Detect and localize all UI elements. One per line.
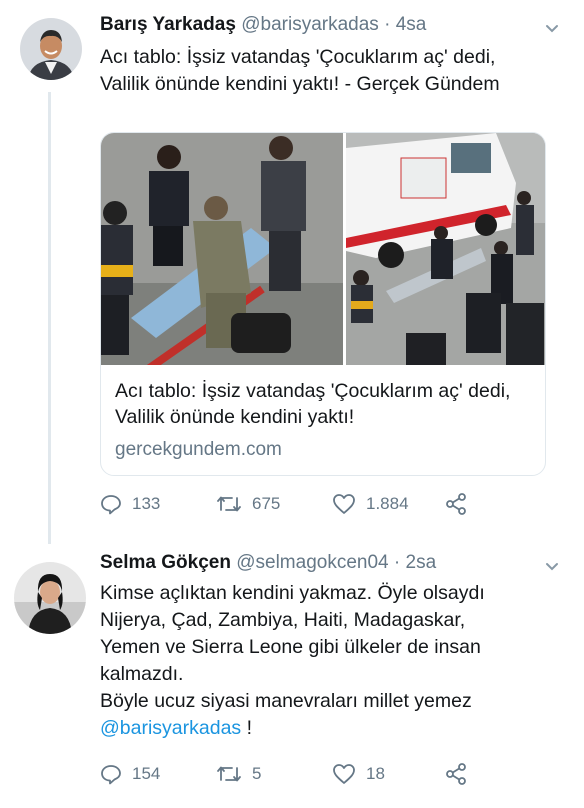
username[interactable]: @barisyarkadas (241, 14, 379, 35)
mention-suffix: ! (241, 717, 253, 739)
mention-link[interactable]: @barisyarkadas (100, 717, 241, 739)
retweet-button[interactable]: 675 (216, 490, 280, 518)
reply-count: 133 (132, 494, 161, 513)
reply-icon (101, 495, 121, 515)
retweet-button[interactable]: 5 (216, 760, 261, 788)
share-icon (446, 763, 466, 785)
timestamp[interactable]: 2sa (406, 552, 437, 573)
reply-icon (101, 765, 121, 785)
share-button[interactable] (444, 490, 478, 518)
tweet-actions: 133 675 1.884 (100, 490, 520, 518)
like-button[interactable]: 18 (332, 760, 385, 788)
like-icon (333, 494, 355, 514)
text-line: Böyle ucuz siyasi manevraları millet yem… (100, 690, 472, 712)
reply-button[interactable]: 154 (100, 760, 160, 788)
retweet-count: 5 (252, 764, 262, 783)
chevron-down-icon[interactable] (544, 558, 560, 574)
tweet-text: Acı tablo: İşsiz vatandaş 'Çocuklarım aç… (100, 46, 500, 95)
retweet-count: 675 (252, 494, 281, 513)
separator: · (384, 14, 391, 35)
retweet-icon (217, 766, 241, 782)
retweet-icon (217, 496, 241, 512)
display-name[interactable]: Barış Yarkadaş (100, 14, 236, 35)
text-line: kalmazdı. (100, 663, 184, 685)
text-line-mention: @barisyarkadas ! (100, 715, 550, 742)
tweet-header: Barış Yarkadaş @barisyarkadas · 4sa (100, 14, 426, 36)
share-button[interactable] (444, 760, 478, 788)
card-image-right (346, 133, 545, 365)
like-count: 18 (366, 764, 385, 783)
reply-count: 154 (132, 764, 161, 783)
thread-line (48, 92, 51, 544)
username[interactable]: @selmagokcen04 (236, 552, 388, 573)
text-line: Nijerya, Çad, Zambiya, Haiti, Madagaskar… (100, 609, 466, 631)
reply-button[interactable]: 133 (100, 490, 160, 518)
card-title[interactable]: Acı tablo: İşsiz vatandaş 'Çocuklarım aç… (115, 378, 535, 430)
tweet-actions: 154 5 18 (100, 760, 520, 788)
tweet-text: Kimse açlıktan kendini yakmaz. Öyle olsa… (100, 580, 550, 742)
separator: · (393, 552, 401, 573)
link-card[interactable]: Acı tablo: İşsiz vatandaş 'Çocuklarım aç… (100, 132, 546, 476)
text-line: Kimse açlıktan kendini yakmaz. Öyle olsa… (100, 582, 485, 604)
like-count: 1.884 (366, 494, 409, 513)
chevron-down-icon[interactable] (544, 20, 560, 36)
display-name[interactable]: Selma Gökçen (100, 552, 231, 573)
avatar[interactable] (20, 18, 82, 80)
card-image-left (101, 133, 343, 365)
like-icon (333, 764, 355, 784)
share-icon (446, 493, 466, 515)
avatar[interactable] (14, 562, 86, 634)
text-line: Yemen ve Sierra Leone gibi ülkeler de in… (100, 636, 481, 658)
timestamp[interactable]: 4sa (396, 14, 427, 35)
tweet-header: Selma Gökçen @selmagokcen04 · 2sa (100, 552, 436, 574)
card-domain[interactable]: gercekgundem.com (115, 439, 282, 461)
like-button[interactable]: 1.884 (332, 490, 409, 518)
